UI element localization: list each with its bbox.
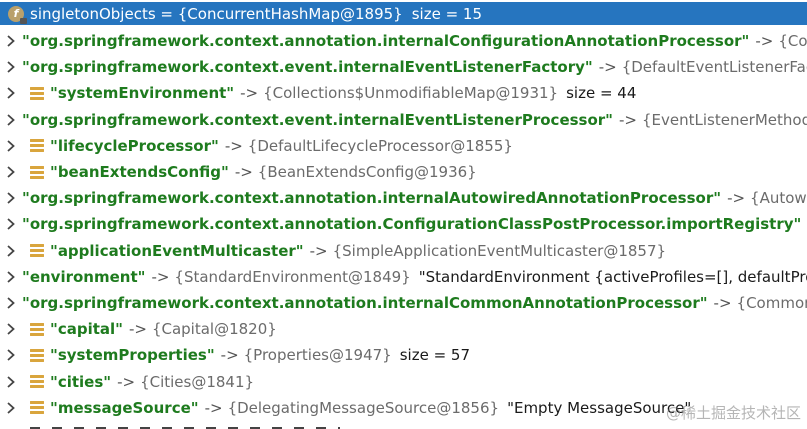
map-entry-row[interactable]: "beanExtendsConfig" -> {BeanExtendsConfig@… [0,159,807,185]
map-entry-row[interactable]: "org.springframework.context.annotation.… [0,290,807,316]
entry-arrow: -> [727,189,746,208]
variable-value: {ConcurrentHashMap@1895} [177,4,403,23]
map-entry-icon [30,86,44,100]
entry-value-ref: {DefaultEventListenerFactory@ [621,58,807,77]
entry-arrow: -> [128,320,147,339]
chevron-right-icon[interactable] [0,166,30,178]
map-entry-icon [30,401,44,415]
chevron-right-icon[interactable] [0,271,16,283]
map-entry-row[interactable]: "applicationEventMulticaster" -> {SimpleAp… [0,238,807,264]
entry-value-summary: size = 44 [566,84,637,103]
next-row-partial [0,424,380,429]
entry-value-ref: {Cities@1841} [140,372,255,391]
entry-value-ref: {Properties@1947} [243,346,392,365]
entry-value-ref: {Configura [778,32,807,51]
chevron-right-icon[interactable] [0,323,30,335]
entry-key: "capital" [50,320,123,339]
entry-key: "systemProperties" [50,346,215,365]
entry-arrow: -> [117,372,136,391]
entry-value-ref: {DelegatingMessageSource@1856} [227,398,500,417]
entry-arrow: -> [309,241,328,260]
variable-size: size = 15 [411,4,483,23]
map-entry-row[interactable]: "org.springframework.context.event.inter… [0,107,807,133]
map-entry-icon [30,139,44,153]
chevron-right-icon[interactable] [0,349,30,362]
entry-arrow: -> [204,398,223,417]
chevron-right-icon[interactable] [0,192,16,204]
field-icon: f [8,5,27,24]
entry-value-ref: {BeanExtendsConfig@1936} [257,163,477,182]
chevron-right-icon[interactable] [0,244,30,257]
entry-key: "org.springframework.context.event.inter… [22,58,593,77]
entry-value-ref: {EventListenerMethodProce [641,110,807,129]
map-entry-icon [30,348,44,362]
entry-arrow: -> [755,32,774,51]
selected-variable-row[interactable]: f singletonObjects = {ConcurrentHashMap@… [0,2,807,25]
map-entry-row[interactable]: "environment" -> {StandardEnvironment@1849… [0,264,807,290]
entry-key: "org.springframework.context.event.inter… [22,110,613,129]
lock-icon [20,17,27,24]
chevron-right-icon[interactable] [0,35,16,47]
debugger-variables-panel: f singletonObjects = {ConcurrentHashMap@… [0,0,807,429]
entry-value-ref: {CommonAnno [736,293,807,312]
chevron-right-icon[interactable] [0,113,16,126]
map-entry-row[interactable]: "lifecycleProcessor" -> {DefaultLifecycleP… [0,133,807,159]
map-entry-row[interactable]: "org.springframework.context.annotation.… [0,185,807,211]
entry-value-summary: size = 57 [399,346,470,365]
entry-key: "org.springframework.context.annotation.… [22,189,722,208]
map-entries-list: "org.springframework.context.annotation.… [0,28,807,421]
map-entry-icon [30,244,44,258]
chevron-right-icon[interactable] [0,297,16,309]
entry-value-ref: {StandardEnvironment@1849} [174,267,411,286]
entry-key: "org.springframework.context.annotation.… [22,215,802,234]
entry-arrow: -> [619,110,637,129]
entry-arrow: -> [598,58,617,77]
entry-key: "lifecycleProcessor" [50,136,219,155]
variable-name: singletonObjects [30,4,156,23]
chevron-right-icon[interactable] [0,375,30,388]
map-entry-row[interactable]: "systemProperties" -> {Properties@1947} siz… [0,342,807,368]
entry-arrow: -> [240,84,259,103]
map-entry-row[interactable]: "systemEnvironment" -> {Collections$Unmodi… [0,80,807,106]
chevron-right-icon[interactable] [0,218,16,231]
map-entry-icon [30,165,44,179]
map-entry-row[interactable]: "capital" -> {Capital@1820} [0,316,807,342]
entry-value-ref: {Collections$UnmodifiableMap@1931} [263,84,559,103]
map-entry-icon [30,375,44,389]
entry-arrow: -> [234,163,253,182]
entry-key: "beanExtendsConfig" [50,163,229,182]
entry-key: "applicationEventMulticaster" [50,241,304,260]
entry-arrow: -> [220,346,239,365]
map-entry-icon [30,322,44,336]
entry-arrow: -> [713,293,732,312]
watermark: @稀土掘金技术社区 [665,404,801,422]
entry-value-summary: "Empty MessageSource" [507,398,692,417]
entry-value-ref: {SimpleApplicationEventMulticaster@1857} [332,241,667,260]
map-entry-row[interactable]: "org.springframework.context.event.inter… [0,54,807,80]
entry-arrow: -> [151,267,170,286]
equals-sign: = [155,4,178,23]
entry-value-ref: {AutowiredAn [750,189,807,208]
chevron-right-icon[interactable] [0,61,16,73]
map-entry-row[interactable]: "org.springframework.context.annotation.… [0,28,807,54]
entry-value-ref: {Capital@1820} [151,320,277,339]
entry-key: "org.springframework.context.annotation.… [22,32,750,51]
entry-arrow: -> [224,136,243,155]
chevron-right-icon[interactable] [0,140,30,152]
entry-key: "org.springframework.context.annotation.… [22,293,708,312]
entry-key: "systemEnvironment" [50,84,235,103]
entry-value-summary: "StandardEnvironment {activeProfiles=[],… [418,267,807,286]
entry-key: "environment" [22,267,146,286]
entry-key: "cities" [50,372,112,391]
map-entry-row[interactable]: "org.springframework.context.annotation.… [0,211,807,237]
entry-value-ref: {DefaultLifecycleProcessor@1855} [247,136,513,155]
entry-key: "messageSource" [50,398,199,417]
chevron-right-icon[interactable] [0,87,30,100]
chevron-right-icon[interactable] [0,402,30,414]
map-entry-row[interactable]: "cities" -> {Cities@1841} [0,368,807,394]
